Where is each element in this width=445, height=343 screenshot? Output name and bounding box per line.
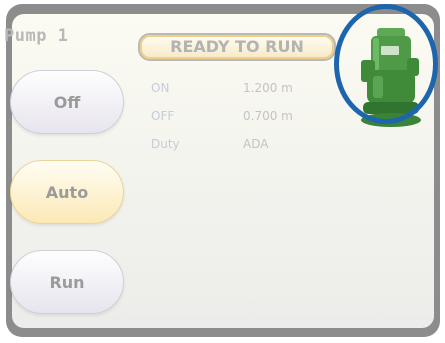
duty-label: Duty <box>151 137 180 151</box>
status-badge: READY TO RUN <box>138 33 336 61</box>
auto-button[interactable]: Auto <box>10 160 124 224</box>
pump-title: Pump 1 <box>4 26 69 46</box>
run-button[interactable]: Run <box>10 250 124 314</box>
on-level-label: ON <box>151 81 170 95</box>
off-button[interactable]: Off <box>10 70 124 134</box>
off-level-label: OFF <box>151 109 175 123</box>
highlight-ring <box>334 4 438 124</box>
on-level-value: 1.200 m <box>243 81 293 95</box>
duty-value: ADA <box>243 137 269 151</box>
off-level-value: 0.700 m <box>243 109 293 123</box>
